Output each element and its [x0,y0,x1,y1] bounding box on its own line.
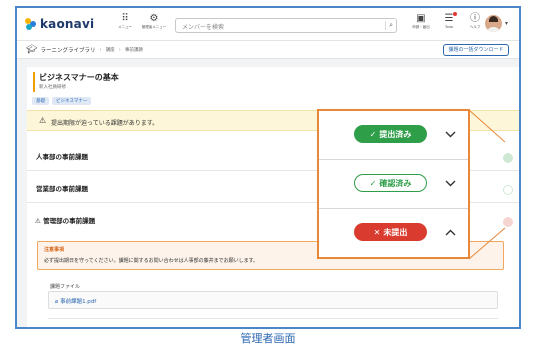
title-accent-bar [33,72,35,92]
assignment-title: 営業部の事前課題 [36,185,88,193]
graduation-cap-icon: 🎓︎ [26,45,38,55]
file-name: 事前課題1.pdf [60,299,97,305]
status-dot [503,185,513,195]
menu-button[interactable]: ⠿ メニュー [111,12,139,30]
status-row-confirmed: ✓ 確認済み [319,160,468,209]
chevron-right-icon: › [118,47,121,53]
status-badge-confirmed: ✓ 確認済み [354,174,427,192]
warning-icon: ⚠ [35,217,41,225]
status-label: 提出済み [379,129,412,139]
logo-text: kaonavi [40,17,95,31]
course-tags: 基礎 ビジネスマナー [32,97,92,105]
assignment-title-admin: ⚠ 管理部の事前課題 [35,215,95,225]
check-circle-icon: ✓ [369,129,377,139]
status-callout: ✓ 提出済み ✓ 確認済み ✕ 未提出 [317,109,470,259]
bulk-download-button[interactable]: 課題の一括ダウンロード [443,44,509,56]
file-box: ⌀ 事前課題1.pdf [48,291,498,309]
status-row-unsubmitted: ✕ 未提出 [319,209,468,258]
notice-title: 注意事項 [44,247,65,253]
screen-caption: 管理者画面 [240,332,296,345]
alert-text: 提出期限が迫っている課題があります。 [51,120,159,127]
todo-button[interactable]: ☰ Todo [435,12,463,30]
breadcrumb-learning-library[interactable]: ラーニングライブラリ [40,46,95,54]
file-label: 課題ファイル [50,284,81,290]
approval-label: 申請・届出 [412,25,430,29]
status-badge-submitted: ✓ 提出済み [354,125,427,143]
notification-dot [453,12,457,16]
logo-mark-icon [25,18,37,30]
course-title: ビジネスマナーの基本 [39,73,119,82]
file-link[interactable]: ⌀ 事前課題1.pdf [55,297,96,305]
assignment-title: 人事部の事前課題 [36,153,88,161]
divider [48,318,498,319]
breadcrumb-assignment: 事前課題 [124,48,143,53]
x-circle-icon: ✕ [373,227,381,237]
status-dot [503,217,513,227]
tag: ビジネスマナー [52,97,92,105]
status-label: 未提出 [383,227,408,237]
chevron-down-icon[interactable] [443,174,457,192]
admin-menu-label: 管理者メニュー [141,25,167,29]
status-label: 確認済み [379,178,412,188]
assignment-title-text: 管理部の事前課題 [43,217,96,225]
grid-icon: ⠿ [121,13,129,24]
menu-label: メニュー [118,25,132,29]
chevron-down-icon[interactable]: ▾ [505,20,508,27]
status-dot [503,153,513,163]
breadcrumb-bar: 🎓︎ ラーニングライブラリ › 講座 › 事前課題 課題の一括ダウンロード [17,41,519,59]
chevron-down-icon[interactable] [443,125,457,143]
search-icon[interactable]: ⌕ [385,21,393,30]
chevron-up-icon[interactable] [443,223,457,241]
notice-body: 必ず提出期日を守ってください。課題に関するお問い合わせは人事部の藤井までお願いし… [44,258,259,264]
check-circle-icon: ✓ [369,178,377,188]
member-search-input[interactable]: メンバーを検索 ⌕ [175,18,397,33]
user-avatar[interactable] [485,15,502,32]
breadcrumb-course[interactable]: 講座 [106,47,115,53]
help-icon: ⓘ [470,13,480,24]
breadcrumb: 🎓︎ ラーニングライブラリ › 講座 › 事前課題 [26,45,143,55]
chevron-right-icon: › [99,47,102,53]
help-label: ヘルプ [469,25,481,29]
admin-menu-button[interactable]: ⚙ 管理者メニュー [140,12,168,30]
tag: 基礎 [32,97,49,105]
warning-icon: ⚠ [39,116,47,125]
status-row-submitted: ✓ 提出済み [319,111,468,160]
course-subtitle: 新入社員研修 [39,85,66,90]
kaonavi-logo[interactable]: kaonavi [25,17,94,31]
gear-icon: ⚙ [149,13,159,24]
todo-label: Todo [444,25,454,29]
approval-button[interactable]: ▣ 申請・届出 [407,12,435,30]
clip-icon: ⌀ [55,299,59,305]
top-bar: kaonavi ⠿ メニュー ⚙ 管理者メニュー メンバーを検索 ⌕ ▣ 申請・… [17,8,519,41]
search-placeholder: メンバーを検索 [182,24,225,31]
approval-icon: ▣ [416,13,426,24]
status-badge-unsubmitted: ✕ 未提出 [354,223,427,241]
